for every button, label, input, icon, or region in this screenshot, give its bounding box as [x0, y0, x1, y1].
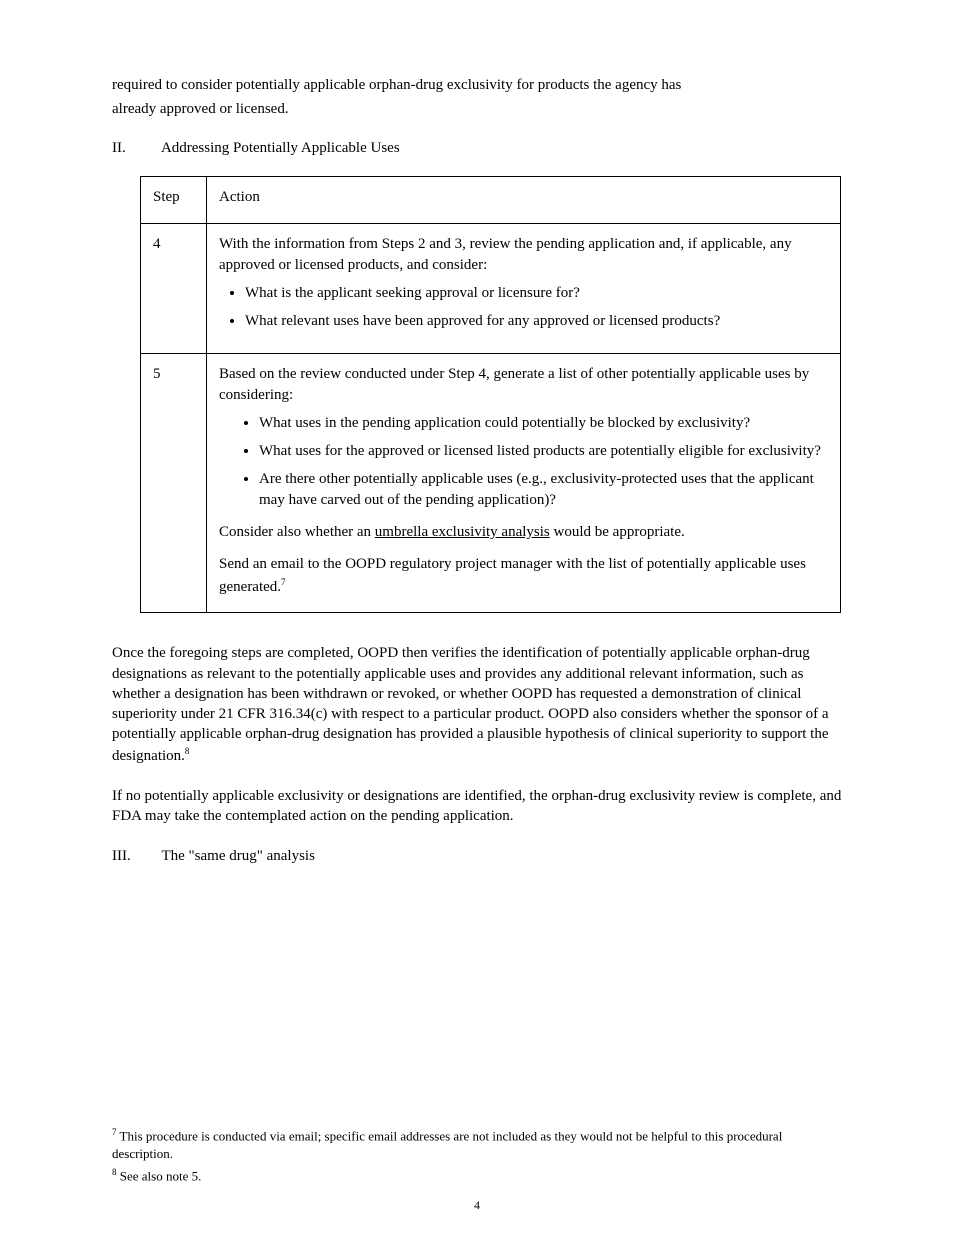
section-title-3: The "same drug" analysis	[161, 848, 314, 864]
list-item: What relevant uses have been approved fo…	[245, 311, 828, 333]
post-p1-text: Once the foregoing steps are completed, …	[112, 645, 829, 763]
section-number-2: II.	[112, 138, 158, 158]
footnote-8: 8 See also note 5.	[112, 1166, 842, 1185]
footnotes: 7 This procedure is conducted via email;…	[112, 1126, 842, 1189]
row-intro: Based on the review conducted under Step…	[219, 364, 828, 408]
section-number-3: III.	[112, 846, 158, 866]
footnote-mark-8: 8	[112, 1167, 117, 1177]
page: required to consider potentially applica…	[0, 0, 954, 1235]
table-row: 5 Based on the review conducted under St…	[141, 353, 841, 613]
row-note-email: Send an email to the OOPD regulatory pro…	[219, 554, 828, 599]
section-title-2: Addressing Potentially Applicable Uses	[161, 140, 400, 156]
step-action: With the information from Steps 2 and 3,…	[207, 223, 841, 353]
footnote-7-text: This procedure is conducted via email; s…	[112, 1128, 782, 1161]
footnote-ref-7: 7	[281, 577, 286, 587]
list-item: What is the applicant seeking approval o…	[245, 283, 828, 305]
list-item: What uses in the pending application cou…	[259, 413, 828, 435]
footnote-ref-8: 8	[185, 746, 190, 756]
post-p1: Once the foregoing steps are completed, …	[112, 643, 842, 766]
step-action: Based on the review conducted under Step…	[207, 353, 841, 613]
row-intro: With the information from Steps 2 and 3,…	[219, 234, 828, 278]
note2-text: Send an email to the OOPD regulatory pro…	[219, 556, 806, 595]
list-item: What uses for the approved or licensed l…	[259, 441, 828, 463]
page-number: 4	[0, 1197, 954, 1213]
pre-paragraph: required to consider potentially applica…	[112, 75, 842, 158]
pre-line-2: already approved or licensed.	[112, 99, 842, 119]
table-row: 4 With the information from Steps 2 and …	[141, 223, 841, 353]
header-action: Action	[207, 176, 841, 223]
post-p2: If no potentially applicable exclusivity…	[112, 786, 842, 827]
note-text-a: Consider also whether an	[219, 524, 375, 540]
step-number: 5	[141, 353, 207, 613]
footnote-mark-7: 7	[112, 1127, 117, 1137]
note-text-b: would be appropriate.	[550, 524, 685, 540]
section-heading-3: III. The "same drug" analysis	[112, 846, 842, 866]
header-step: Step	[141, 176, 207, 223]
list-item: Are there other potentially applicable u…	[259, 469, 828, 513]
footnote-8-text: See also note 5.	[120, 1168, 202, 1183]
footnote-7: 7 This procedure is conducted via email;…	[112, 1126, 842, 1162]
row-bullets: What is the applicant seeking approval o…	[219, 283, 828, 333]
table-header-row: Step Action	[141, 176, 841, 223]
post-paragraphs: Once the foregoing steps are completed, …	[112, 643, 842, 866]
pre-line-1: required to consider potentially applica…	[112, 75, 842, 95]
row-note-umbrella: Consider also whether an umbrella exclus…	[219, 522, 828, 544]
umbrella-link[interactable]: umbrella exclusivity analysis	[375, 524, 550, 540]
row-bullets: What uses in the pending application cou…	[219, 413, 828, 512]
step-number: 4	[141, 223, 207, 353]
procedure-table: Step Action 4 With the information from …	[140, 176, 841, 614]
